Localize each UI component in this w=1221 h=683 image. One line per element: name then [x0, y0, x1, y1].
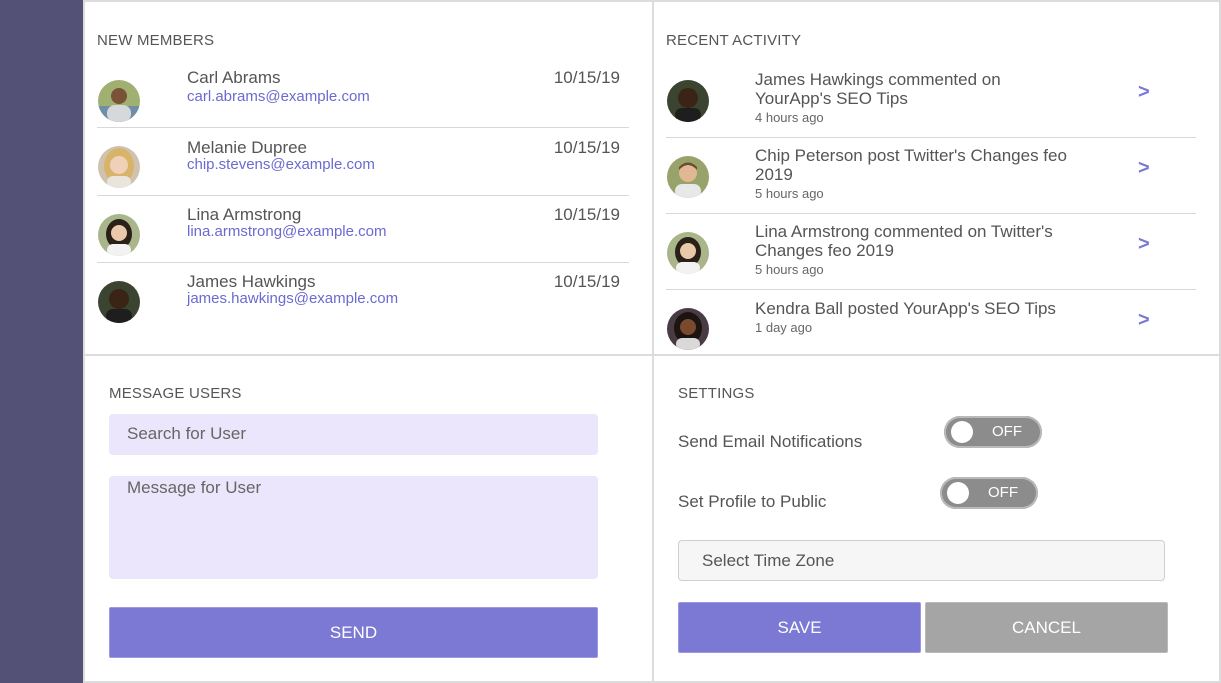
member-email[interactable]: carl.abrams@example.com	[187, 88, 370, 105]
chevron-right-icon[interactable]: >	[1138, 81, 1150, 104]
chevron-right-icon[interactable]: >	[1138, 157, 1150, 180]
activity-time: 1 day ago	[755, 320, 813, 335]
activity-text-line2: YourApp's SEO Tips	[755, 89, 908, 108]
avatar	[98, 214, 140, 256]
activity-text-line2: Changes feo 2019	[755, 241, 894, 260]
member-date: 10/15/19	[553, 205, 620, 224]
email-notifications-label: Send Email Notifications	[678, 432, 863, 451]
activity-time: 4 hours ago	[755, 110, 824, 125]
activity-text-line1: Kendra Ball posted YourApp's SEO Tips	[755, 299, 1056, 318]
message-textarea[interactable]: Message for User	[109, 476, 598, 579]
member-row[interactable]: Lina Armstrong lina.armstrong@example.co…	[97, 195, 629, 263]
email-notifications-toggle[interactable]: OFF	[944, 416, 1042, 448]
message-users-title: MESSAGE USERS	[109, 385, 242, 402]
activity-text-line2: 2019	[755, 165, 793, 184]
new-members-panel: NEW MEMBERS Carl Abrams carl.abrams@exam…	[83, 0, 654, 357]
member-date: 10/15/19	[553, 138, 620, 157]
member-row[interactable]: Melanie Dupree chip.stevens@example.com …	[97, 128, 629, 196]
timezone-select[interactable]: Select Time Zone	[678, 540, 1165, 581]
profile-public-toggle[interactable]: OFF	[940, 477, 1038, 509]
avatar	[667, 156, 709, 198]
new-members-title: NEW MEMBERS	[97, 32, 215, 49]
member-name: Lina Armstrong	[187, 205, 302, 224]
settings-title: SETTINGS	[678, 385, 755, 402]
profile-public-label: Set Profile to Public	[678, 492, 827, 511]
activity-item[interactable]: Chip Peterson post Twitter's Changes feo…	[666, 138, 1196, 214]
activity-item[interactable]: James Hawkings commented on YourApp's SE…	[666, 62, 1196, 138]
avatar	[98, 281, 140, 323]
search-user-input[interactable]: Search for User	[109, 414, 598, 455]
save-button[interactable]: SAVE	[678, 602, 921, 653]
chevron-right-icon[interactable]: >	[1138, 309, 1150, 332]
recent-activity-panel: RECENT ACTIVITY James Hawkings commented…	[652, 0, 1221, 357]
activity-item[interactable]: Lina Armstrong commented on Twitter's Ch…	[666, 214, 1196, 290]
member-email[interactable]: chip.stevens@example.com	[187, 156, 375, 173]
avatar	[98, 146, 140, 188]
avatar	[667, 80, 709, 122]
member-email[interactable]: james.hawkings@example.com	[187, 290, 398, 307]
activity-text-line1: Lina Armstrong commented on Twitter's	[755, 222, 1053, 241]
member-date: 10/15/19	[553, 272, 620, 291]
toggle-knob	[951, 421, 973, 443]
avatar	[667, 232, 709, 274]
toggle-state: OFF	[992, 423, 1022, 440]
avatar	[98, 80, 140, 122]
toggle-knob	[947, 482, 969, 504]
chevron-right-icon[interactable]: >	[1138, 233, 1150, 256]
activity-text-line1: James Hawkings commented on	[755, 70, 1001, 89]
member-row[interactable]: James Hawkings james.hawkings@example.co…	[97, 263, 629, 330]
recent-activity-title: RECENT ACTIVITY	[666, 32, 802, 49]
sidebar	[0, 0, 84, 683]
activity-time: 5 hours ago	[755, 186, 824, 201]
activity-text-line1: Chip Peterson post Twitter's Changes feo	[755, 146, 1067, 165]
send-button[interactable]: SEND	[109, 607, 598, 658]
member-name: Melanie Dupree	[187, 138, 308, 157]
member-name: James Hawkings	[187, 272, 316, 291]
member-row[interactable]: Carl Abrams carl.abrams@example.com 10/1…	[97, 60, 629, 128]
avatar	[667, 308, 709, 350]
message-users-panel: MESSAGE USERS Search for User Message fo…	[83, 354, 654, 683]
member-name: Carl Abrams	[187, 68, 281, 87]
settings-panel: SETTINGS Send Email Notifications OFF Se…	[652, 354, 1221, 683]
member-date: 10/15/19	[553, 68, 620, 87]
activity-time: 5 hours ago	[755, 262, 824, 277]
cancel-button[interactable]: CANCEL	[925, 602, 1168, 653]
toggle-state: OFF	[988, 484, 1018, 501]
member-email[interactable]: lina.armstrong@example.com	[187, 223, 386, 240]
